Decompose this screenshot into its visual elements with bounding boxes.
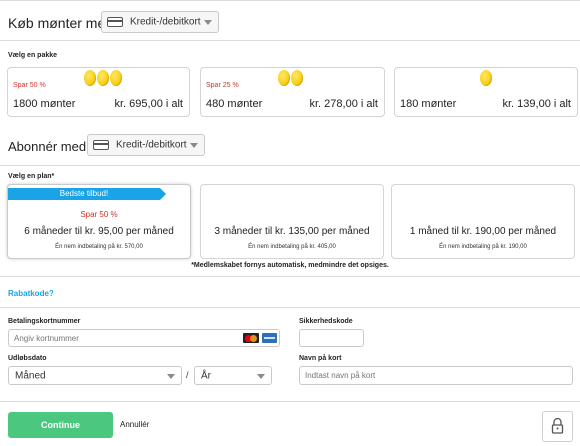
- expiry-month-value: Måned: [15, 370, 46, 381]
- plan-title: 3 måneder til kr. 135,00 per måned: [214, 226, 370, 237]
- subscribe-payment-select-value: Kredit-/debitkort: [116, 139, 187, 151]
- section-divider: [0, 40, 580, 41]
- subscribe-payment-select[interactable]: Kredit-/debitkort: [87, 134, 205, 156]
- package-save-badge: Spar 50 %: [13, 82, 46, 89]
- plan-subtitle: Én nem indbetaling på kr. 405,00: [248, 244, 336, 250]
- section-divider: [0, 165, 580, 166]
- card-number-label: Betalingskortnummer: [8, 318, 81, 325]
- package-coins: 1800 mønter: [13, 98, 76, 110]
- coins-icon: [278, 70, 304, 91]
- credit-card-icon: [107, 17, 123, 27]
- security-code-label: Sikkerhedskode: [299, 318, 353, 325]
- plan-title: 6 måneder til kr. 95,00 per måned: [24, 226, 174, 237]
- buy-payment-select-value: Kredit-/debitkort: [130, 16, 201, 28]
- chevron-down-icon: [257, 373, 265, 379]
- mastercard-icon: [243, 333, 259, 343]
- expiry-year-value: År: [201, 370, 211, 381]
- package-card-1800[interactable]: Spar 50 % 1800 mønter kr. 695,00 i alt: [7, 67, 190, 117]
- section-divider: [0, 307, 580, 308]
- package-price: kr. 278,00 i alt: [309, 98, 379, 110]
- secure-lock-badge: [542, 411, 573, 442]
- best-offer-ribbon: Bedste tilbud!: [8, 188, 166, 200]
- package-price: kr. 139,00 i alt: [502, 98, 572, 110]
- subscribe-title: Abonnér med: [8, 139, 87, 154]
- chevron-down-icon: [167, 373, 175, 379]
- name-on-card-label: Navn på kort: [299, 355, 342, 362]
- package-card-480[interactable]: Spar 25 % 480 mønter kr. 278,00 i alt: [200, 67, 385, 117]
- plan-subtitle: Én nem indbetaling på kr. 570,00: [55, 244, 143, 250]
- buy-coins-title: Køb mønter med: [8, 15, 114, 31]
- plan-card-6-months[interactable]: Bedste tilbud! Spar 50 % 6 måneder til k…: [7, 184, 191, 259]
- cancel-link[interactable]: Annullér: [120, 420, 149, 429]
- continue-button[interactable]: Continue: [8, 412, 113, 438]
- buy-payment-select[interactable]: Kredit-/debitkort: [101, 11, 219, 33]
- expiry-year-select[interactable]: År: [194, 366, 272, 385]
- lock-icon: [551, 417, 564, 434]
- package-card-180[interactable]: 180 mønter kr. 139,00 i alt: [394, 67, 578, 117]
- amex-icon: [262, 333, 277, 343]
- discount-code-link[interactable]: Rabatkode?: [8, 289, 54, 298]
- expiry-month-select[interactable]: Måned: [8, 366, 182, 385]
- security-code-input[interactable]: [299, 329, 364, 347]
- package-coins: 180 mønter: [400, 98, 457, 110]
- name-on-card-input[interactable]: [299, 366, 573, 385]
- package-price: kr. 695,00 i alt: [114, 98, 184, 110]
- plan-save-badge: Spar 50 %: [80, 210, 118, 219]
- plan-subtitle: Én nem indbetaling på kr. 190,00: [439, 244, 527, 250]
- chevron-down-icon: [190, 143, 198, 148]
- renewal-note: *Medlemskabet fornys automatisk, medmind…: [191, 262, 389, 269]
- plan-card-3-months[interactable]: 3 måneder til kr. 135,00 per måned Én ne…: [200, 184, 384, 259]
- top-divider: [0, 0, 580, 1]
- card-number-input[interactable]: [8, 329, 280, 347]
- package-save-badge: Spar 25 %: [206, 82, 239, 89]
- expiry-label: Udløbsdato: [8, 355, 47, 362]
- coin-icon: [480, 70, 493, 91]
- package-coins: 480 mønter: [206, 98, 263, 110]
- plan-title: 1 måned til kr. 190,00 per måned: [409, 226, 557, 237]
- section-divider: [0, 276, 580, 277]
- credit-card-icon: [93, 140, 109, 150]
- section-divider: [0, 401, 580, 402]
- chevron-down-icon: [204, 20, 212, 25]
- coins-icon: [84, 70, 123, 91]
- expiry-separator: /: [186, 370, 189, 380]
- plan-card-1-month[interactable]: 1 måned til kr. 190,00 per måned Én nem …: [391, 184, 575, 259]
- plan-label: Vælg en plan*: [8, 173, 55, 180]
- package-label: Vælg en pakke: [8, 52, 58, 59]
